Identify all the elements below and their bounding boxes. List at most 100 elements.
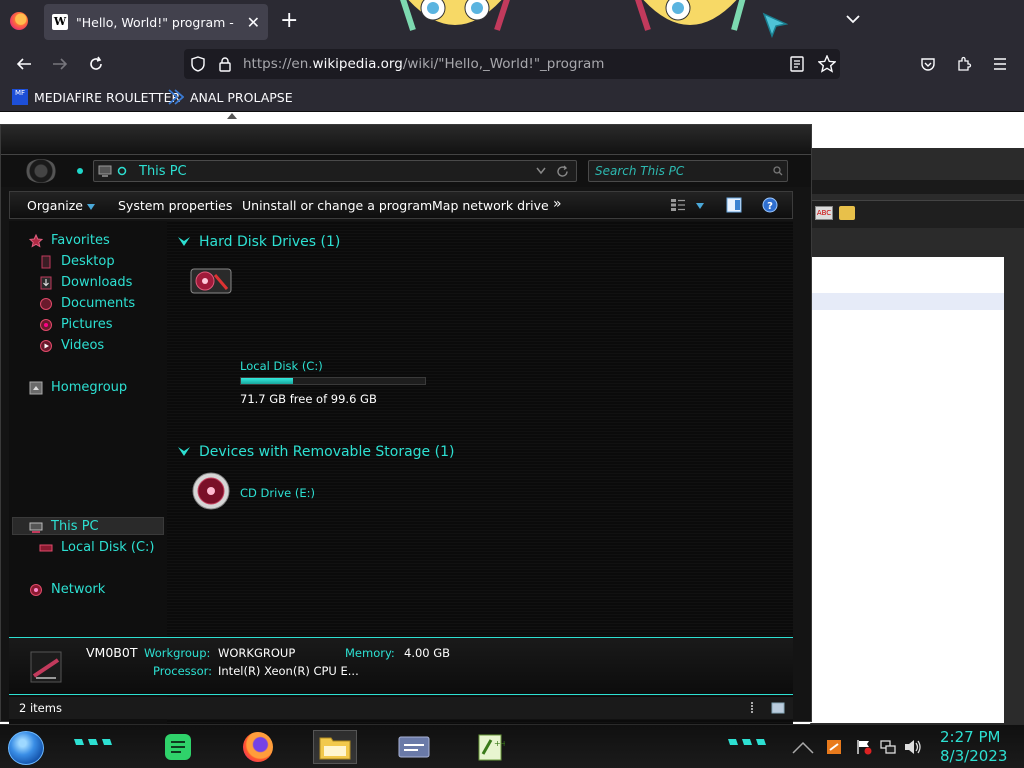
start-button[interactable] [8,731,44,765]
bookmark-second[interactable]: ANAL PROLAPSE [168,89,293,105]
selected-row[interactable] [810,293,1004,310]
show-hidden-icons-icon[interactable] [792,740,814,754]
taskbar-app-notepadpp[interactable]: ++ [468,730,512,764]
forward-button[interactable] [48,52,72,76]
processor-value: Intel(R) Xeon(R) CPU E... [218,664,359,678]
chevron-down-icon[interactable] [536,167,546,175]
documents-icon [40,297,52,310]
nav-documents[interactable]: Documents [39,296,135,311]
group-removable-storage[interactable]: Devices with Removable Storage (1) [177,444,454,460]
shield-icon[interactable] [190,56,206,72]
pocket-button[interactable] [916,52,940,76]
chevron-down-icon[interactable] [696,203,704,209]
command-bar: Organize System properties Uninstall or … [9,191,793,219]
nav-downloads[interactable]: Downloads [39,275,132,290]
drive-usage-bar [240,377,426,385]
nav-local-disk[interactable]: Local Disk (C:) [39,540,154,555]
map-network-drive-button[interactable]: Map network drive [432,198,549,213]
nav-videos[interactable]: Videos [39,338,104,353]
search-box[interactable] [588,160,788,182]
hamburger-menu-icon [994,58,1006,70]
taskbar-app-window[interactable] [392,730,436,764]
large-icons-view-icon[interactable] [771,702,785,714]
folder-icon[interactable] [839,206,855,220]
reader-view-icon[interactable] [790,56,804,72]
browser-tab[interactable]: W "Hello, World!" program - Wikipedia ✕ [44,4,268,40]
group-hard-disk-drives[interactable]: Hard Disk Drives (1) [177,234,340,250]
address-bar[interactable]: This PC [93,160,577,182]
view-options-icon[interactable] [670,198,686,212]
help-icon[interactable]: ? [762,197,778,213]
bookmark-mediafire-rouletter[interactable]: MF MEDIAFIRE ROULETTER [12,89,180,105]
theme-anime-art-icon [635,0,746,31]
lock-icon[interactable] [218,56,232,72]
hard-drive-icon [190,268,232,294]
star-icon [29,233,43,248]
nav-label: Videos [61,338,105,353]
nav-favorites[interactable]: Favorites [29,233,110,248]
folder-icon [319,737,351,760]
computer-name: VM0B0T [86,645,138,660]
browser-tab-bar: W "Hello, World!" program - Wikipedia ✕ … [0,0,1024,44]
star-icon[interactable] [818,55,836,73]
search-input[interactable] [595,163,765,179]
extensions-button[interactable] [952,52,976,76]
more-commands-button[interactable]: » [553,196,562,212]
nav-homegroup[interactable]: Homegroup [29,380,127,395]
drive-free-space: 71.7 GB free of 99.6 GB [240,392,377,406]
organize-button[interactable]: Organize [27,198,95,213]
new-tab-button[interactable]: + [280,9,298,33]
reload-button[interactable] [84,52,108,76]
address-location[interactable]: This PC [139,164,187,179]
clock-date[interactable]: 8/3/2023 [940,747,1007,765]
tray-app-icon[interactable] [826,739,842,755]
taskbar-app-firefox[interactable] [236,730,280,764]
url-text[interactable]: https://en.wikipedia.org/wiki/"Hello,_Wo… [243,56,604,72]
system-properties-button[interactable]: System properties [118,198,232,213]
processor-label: Processor: [153,664,213,678]
nav-label: Favorites [51,233,110,248]
refresh-icon[interactable] [556,165,569,178]
back-orb-icon[interactable] [25,159,57,183]
firefox-logo-icon[interactable] [10,12,28,30]
downloads-icon [40,276,52,289]
url-bar[interactable]: https://en.wikipedia.org/wiki/"Hello,_Wo… [184,49,840,79]
videos-icon [40,339,52,352]
scroll-up-arrow-icon[interactable] [227,113,237,119]
menu-button[interactable] [988,52,1012,76]
details-pane: VM0B0T Workgroup: WORKGROUP Memory: 4.00… [9,637,793,695]
network-status-icon[interactable] [880,739,896,755]
nav-desktop[interactable]: Desktop [39,254,115,269]
preview-pane-icon[interactable] [726,197,742,213]
forward-dot-icon[interactable] [77,168,83,174]
memory-label: Memory: [345,646,395,660]
volume-icon[interactable] [904,739,922,755]
taskbar: ++ 2:27 PM 8/3/2023 [0,724,1024,768]
notes-app-icon [165,734,191,760]
tab-title: "Hello, World!" program - Wikipedia [76,14,236,30]
taskbar-app-notes[interactable] [156,730,200,764]
pocket-icon [921,58,935,71]
clock-time[interactable]: 2:27 PM [940,728,1000,746]
back-button[interactable] [12,52,36,76]
nav-this-pc[interactable]: This PC [29,519,99,534]
uninstall-program-button[interactable]: Uninstall or change a program [242,198,432,213]
nav-network[interactable]: Network [29,582,105,597]
memory-value: 4.00 GB [404,646,451,660]
tab-close-button[interactable]: ✕ [247,13,260,32]
nav-pictures[interactable]: Pictures [39,317,112,332]
search-icon[interactable] [773,166,783,176]
details-view-icon[interactable] [749,701,755,715]
window-frame [1,125,811,155]
taskbar-app-explorer[interactable] [313,730,357,764]
drive-name[interactable]: CD Drive (E:) [240,486,315,500]
desktop-icon [41,255,51,268]
action-center-flag-icon[interactable] [856,739,872,755]
homegroup-icon [29,381,43,394]
drive-name[interactable]: Local Disk (C:) [240,359,323,373]
list-all-tabs-button[interactable] [846,12,860,28]
bookmark-label: ANAL PROLAPSE [190,89,293,105]
spellcheck-icon[interactable]: ABC [815,206,833,220]
network-icon [30,583,42,596]
drive-item-local-disk[interactable] [187,257,437,305]
